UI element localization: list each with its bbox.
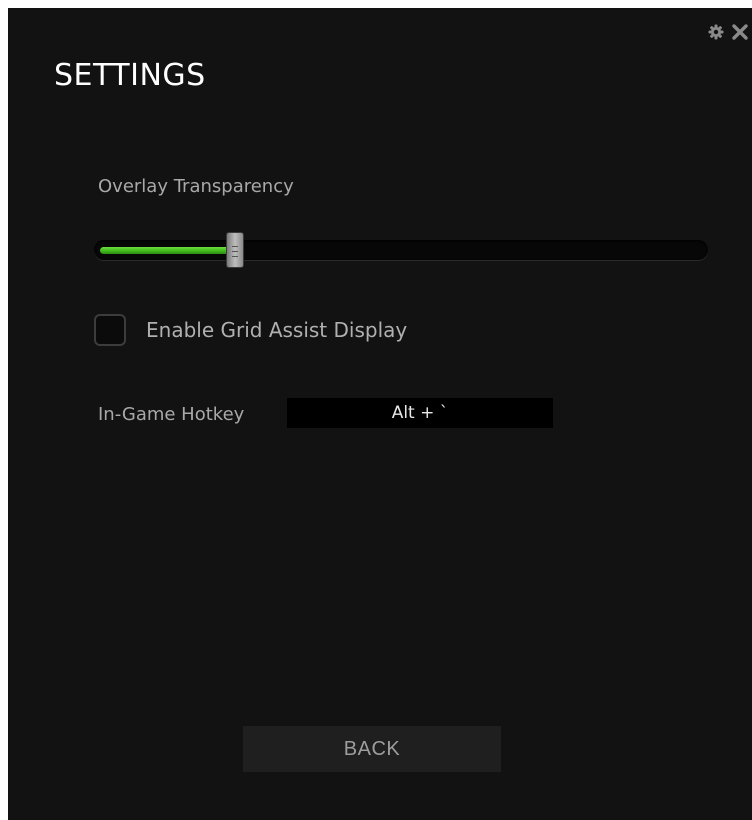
back-button[interactable]: BACK — [243, 726, 501, 772]
window-controls — [708, 24, 748, 40]
slider-thumb[interactable] — [226, 232, 244, 268]
page-title: SETTINGS — [54, 58, 206, 93]
gear-icon[interactable] — [708, 24, 724, 40]
hotkey-label: In-Game Hotkey — [98, 404, 245, 425]
grid-assist-checkbox[interactable] — [94, 314, 126, 346]
grid-assist-label[interactable]: Enable Grid Assist Display — [146, 318, 407, 342]
overlay-transparency-slider[interactable] — [94, 232, 708, 268]
grid-assist-option[interactable]: Enable Grid Assist Display — [94, 312, 407, 348]
hotkey-input[interactable]: Alt + ` — [287, 398, 553, 428]
close-icon[interactable] — [732, 24, 748, 40]
slider-fill — [100, 247, 235, 254]
settings-window: SETTINGS Overlay Transparency Enable Gri… — [8, 8, 752, 820]
overlay-transparency-label: Overlay Transparency — [98, 176, 294, 197]
grip-icon — [232, 246, 238, 257]
